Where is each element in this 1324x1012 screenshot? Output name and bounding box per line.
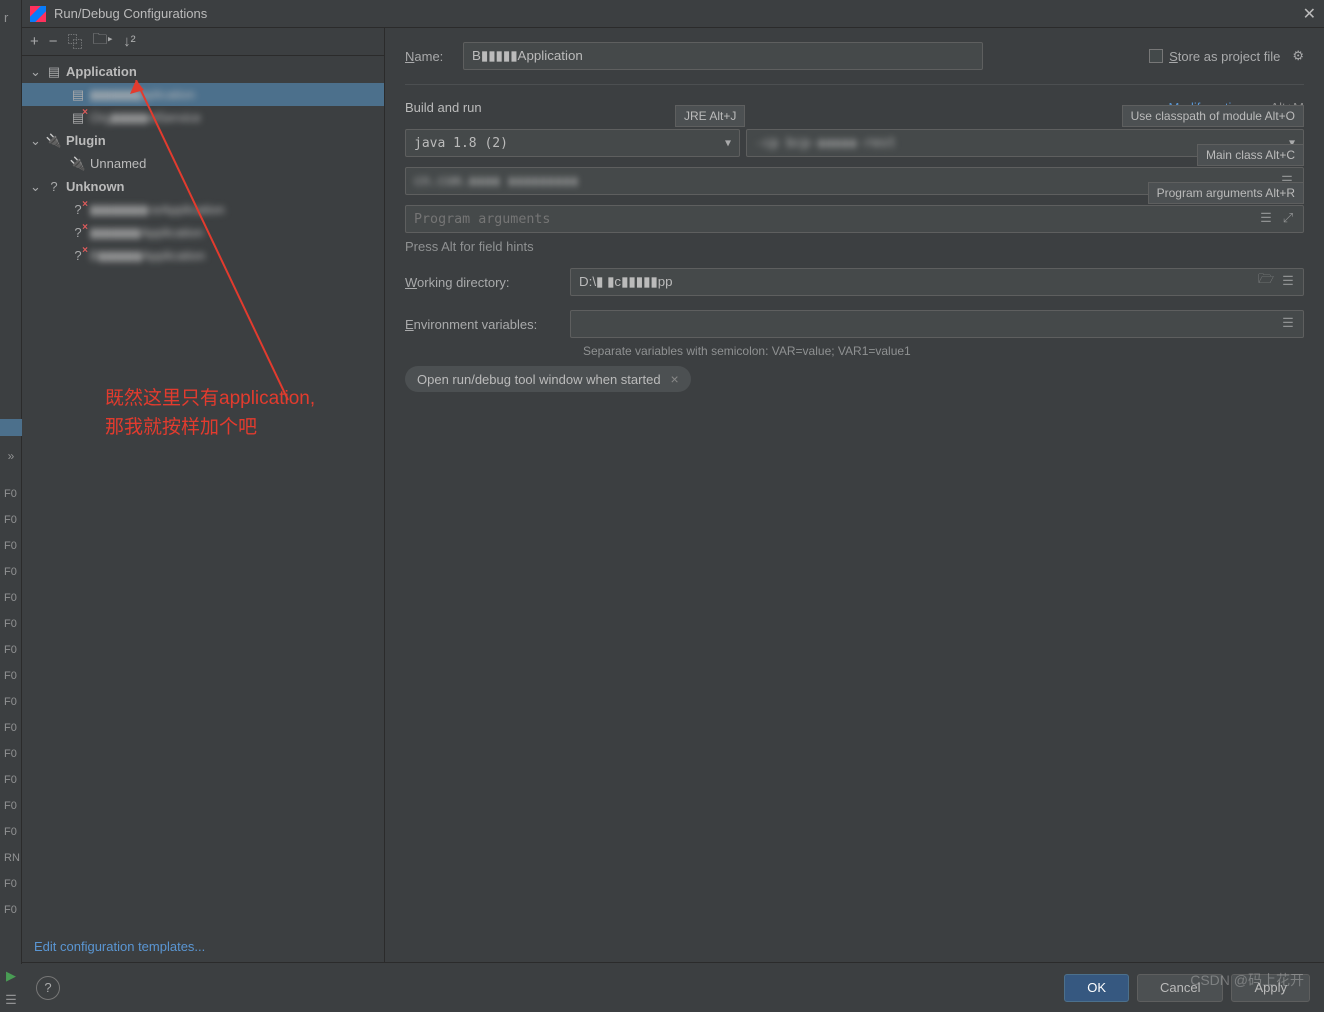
jre-select[interactable]: java 1.8 (2)▼ [405, 129, 740, 157]
unknown-icon: ? [70, 248, 86, 264]
todo-icon[interactable]: ☰ [5, 992, 17, 1008]
copy-config-icon[interactable]: ⿻ [68, 31, 83, 52]
sort-config-icon[interactable]: ↓² [123, 33, 136, 50]
env-vars-hint: Separate variables with semicolon: VAR=v… [583, 344, 1304, 358]
jre-hint-chip: JRE Alt+J [675, 105, 745, 127]
config-form: Name: Store as project file ⚙ Build and … [385, 28, 1324, 962]
gear-icon[interactable]: ⚙ [1292, 48, 1304, 64]
gutter-marker: F0 [4, 618, 17, 630]
program-arguments-input[interactable] [405, 205, 1304, 233]
gutter-marker: F0 [4, 696, 17, 708]
unknown-icon: ? [70, 202, 86, 218]
application-icon: ▤ [70, 87, 86, 103]
gutter-marker: F0 [4, 514, 17, 526]
working-dir-input[interactable] [570, 268, 1304, 296]
ok-button[interactable]: OK [1064, 974, 1129, 1002]
folder-config-icon[interactable]: 🗀▸ [93, 29, 114, 54]
name-label: Name: [405, 49, 463, 64]
application-group-icon: ▤ [46, 64, 62, 80]
add-config-icon[interactable]: + [30, 33, 39, 50]
application-error-icon: ▤ [70, 110, 86, 126]
chevron-down-icon: ⌄ [30, 64, 42, 80]
plugin-group-icon: 🔌 [46, 133, 62, 149]
unknown-icon: ? [70, 225, 86, 241]
list-icon[interactable]: ☰ [1280, 315, 1296, 331]
gutter-marker: F0 [4, 826, 17, 838]
dialog-footer: ? OK Cancel Apply [22, 962, 1324, 1012]
build-run-header: Build and run [405, 100, 482, 115]
alt-hint: Press Alt for field hints [405, 239, 1304, 254]
store-checkbox[interactable] [1149, 49, 1163, 63]
gutter-marker: F0 [4, 878, 17, 890]
chevron-down-icon: ⌄ [30, 179, 42, 195]
store-label: Store as project file [1169, 49, 1280, 64]
browse-icon[interactable]: 🗁 [1258, 273, 1274, 289]
env-vars-label: Environment variables: [405, 317, 570, 332]
run-icon[interactable]: ▶ [6, 968, 16, 984]
expand-icon[interactable]: ⤢ [1280, 210, 1296, 226]
gutter-marker: F0 [4, 488, 17, 500]
tool-window-selection [0, 419, 22, 436]
gutter-marker: F0 [4, 800, 17, 812]
unknown-group-icon: ? [46, 179, 62, 195]
gutter-marker: F0 [4, 904, 17, 916]
progargs-hint-chip: Program arguments Alt+R [1148, 182, 1304, 204]
gutter-marker: F0 [4, 774, 17, 786]
gutter-marker: F0 [4, 748, 17, 760]
classpath-hint-chip: Use classpath of module Alt+O [1122, 105, 1304, 127]
gutter-marker: F0 [4, 644, 17, 656]
remove-config-icon[interactable]: − [49, 33, 58, 50]
sidebar-toolbar: + − ⿻ 🗀▸ ↓² [22, 28, 384, 56]
background-letter: r [4, 10, 8, 25]
name-input[interactable] [463, 42, 983, 70]
gutter-marker: F0 [4, 722, 17, 734]
gutter-marker: F0 [4, 592, 17, 604]
annotation-text: 既然这里只有application,那我就按样加个吧 [105, 385, 315, 442]
tool-window-arrow-icon: » [0, 447, 22, 464]
annotation-arrow [128, 80, 298, 410]
list-icon[interactable]: ☰ [1258, 210, 1274, 226]
chevron-down-icon: ⌄ [30, 133, 42, 149]
dialog-title: Run/Debug Configurations [54, 6, 207, 21]
dialog-titlebar: Run/Debug Configurations ✕ [22, 0, 1324, 28]
open-tool-window-tag[interactable]: Open run/debug tool window when started … [405, 366, 691, 392]
env-vars-input[interactable] [570, 310, 1304, 338]
caret-down-icon: ▼ [725, 138, 731, 149]
mainclass-hint-chip: Main class Alt+C [1197, 144, 1304, 166]
plugin-icon: 🔌 [70, 156, 86, 172]
list-icon[interactable]: ☰ [1280, 273, 1296, 289]
gutter-marker: F0 [4, 540, 17, 552]
help-button[interactable]: ? [36, 976, 60, 1000]
working-dir-label: Working directory: [405, 275, 570, 290]
close-icon[interactable]: ✕ [1303, 4, 1316, 24]
gutter-marker: RN [4, 852, 20, 864]
gutter-marker: F0 [4, 566, 17, 578]
gutter-marker: F0 [4, 670, 17, 682]
intellij-logo-icon [30, 6, 46, 22]
csdn-watermark: CSDN @码上花开 [1190, 970, 1304, 990]
remove-tag-icon[interactable]: × [671, 371, 679, 387]
edit-templates-link[interactable]: Edit configuration templates... [22, 931, 384, 962]
